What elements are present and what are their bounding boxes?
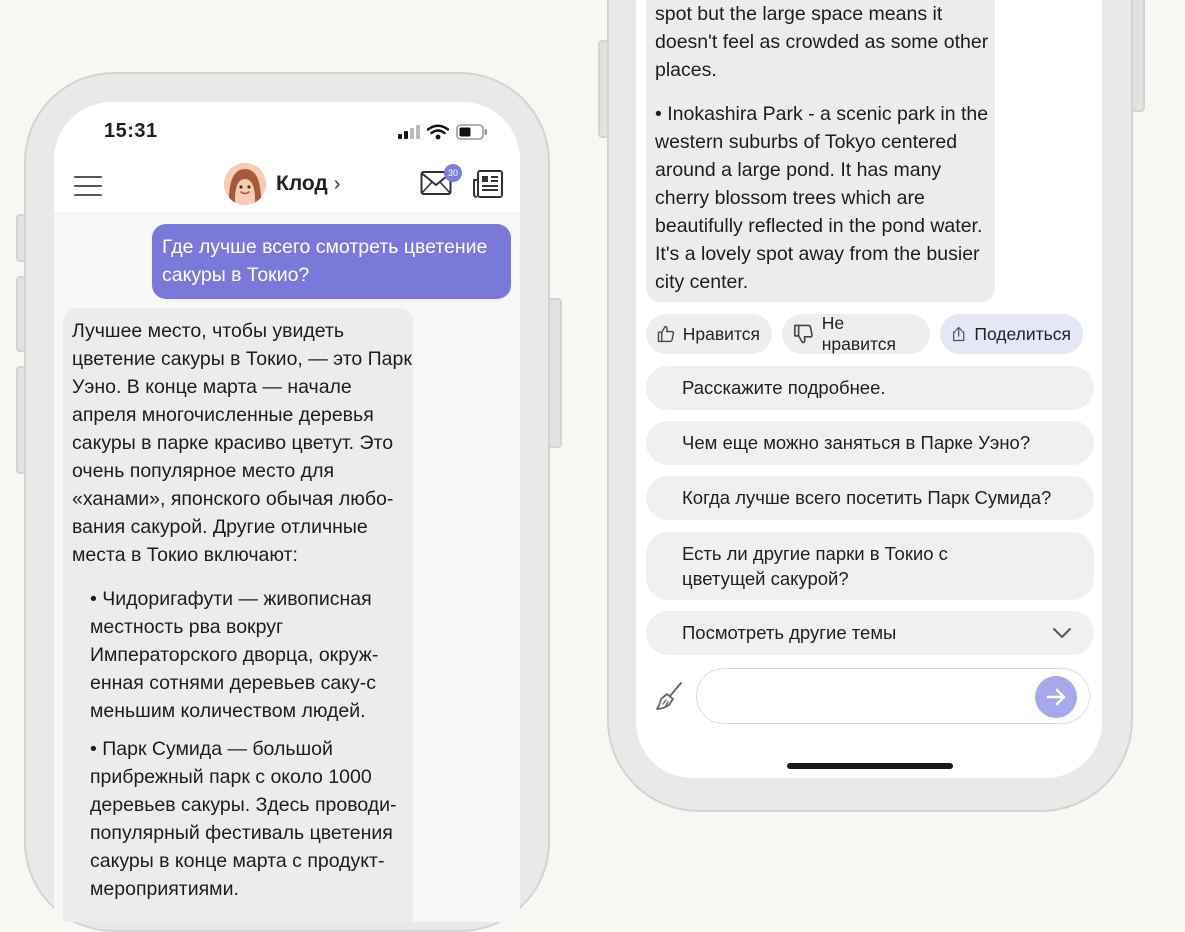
thumbs-up-icon bbox=[657, 325, 675, 343]
suggestion-label: Есть ли другие парки в Токио с цветущей … bbox=[682, 543, 948, 589]
share-icon bbox=[953, 326, 965, 342]
bot-message-bullet: • Чидоригафути — живописная местность рв… bbox=[90, 588, 379, 722]
user-message: Где лучше всего смотреть цветение сакуры… bbox=[152, 224, 511, 299]
message-input[interactable] bbox=[696, 668, 1090, 724]
send-button[interactable] bbox=[1035, 676, 1077, 718]
news-button[interactable] bbox=[472, 168, 504, 205]
mail-button[interactable]: 30 bbox=[420, 164, 462, 200]
status-icons bbox=[398, 124, 488, 140]
suggestion-label: Когда лучше всего посетить Парк Сумида? bbox=[682, 487, 1052, 508]
suggestion-chip[interactable]: Есть ли другие парки в Токио с цветущей … bbox=[646, 532, 1094, 600]
share-button[interactable]: Поделиться bbox=[940, 314, 1083, 354]
status-time: 15:31 bbox=[104, 120, 158, 142]
suggestion-label: Расскажите подробнее. bbox=[682, 377, 886, 398]
clear-chat-button[interactable] bbox=[654, 680, 686, 717]
app-header: Клод › 30 bbox=[54, 158, 520, 212]
suggestion-chip[interactable]: Чем еще можно заняться в Парке Уэно? bbox=[646, 421, 1094, 465]
chat-area[interactable]: Где лучше всего смотреть цветение сакуры… bbox=[54, 212, 520, 922]
bot-message-intro: Лучшее место, чтобы увидеть цветение сак… bbox=[72, 320, 412, 566]
send-arrow-icon bbox=[1046, 688, 1066, 706]
reaction-bar: Нравится Не нравится Поделиться bbox=[646, 313, 1083, 354]
status-bar: 15:31 bbox=[54, 102, 520, 158]
dislike-label: Не нравится bbox=[821, 313, 897, 354]
suggestion-chip[interactable]: Расскажите подробнее. bbox=[646, 366, 1094, 410]
dislike-button[interactable]: Не нравится bbox=[782, 313, 930, 354]
avatar bbox=[224, 163, 266, 205]
left-phone-power-button bbox=[548, 298, 562, 448]
bot-name: Клод bbox=[276, 172, 328, 195]
suggestion-label: Чем еще можно заняться в Парке Уэно? bbox=[682, 432, 1031, 453]
like-button[interactable]: Нравится bbox=[646, 314, 772, 354]
right-phone-power-button bbox=[1131, 0, 1145, 112]
chevron-right-icon: › bbox=[333, 172, 341, 195]
thumbs-down-icon bbox=[794, 324, 813, 344]
wifi-icon bbox=[427, 124, 449, 140]
home-indicator[interactable] bbox=[787, 763, 953, 769]
more-topics-button[interactable]: Посмотреть другие темы bbox=[646, 611, 1094, 655]
bot-message-continued: spot but the large space means it doesn'… bbox=[646, 0, 995, 302]
bot-message-text: spot but the large space means it doesn'… bbox=[655, 3, 989, 81]
chevron-down-icon bbox=[1053, 628, 1071, 638]
bot-message-bullet: • Inokashira Park - a scenic park in the… bbox=[655, 103, 989, 293]
like-label: Нравится bbox=[682, 323, 760, 344]
broom-icon bbox=[656, 682, 682, 710]
cellular-signal-icon bbox=[398, 125, 420, 139]
bot-profile-link[interactable]: Клод › bbox=[224, 163, 340, 205]
left-phone-screen: 15:31 Клод › 30 Где лучше всего смотреть… bbox=[54, 102, 520, 922]
composer bbox=[636, 666, 1102, 726]
bot-message: Лучшее место, чтобы увидеть цветение сак… bbox=[63, 308, 413, 922]
mail-badge: 30 bbox=[444, 164, 462, 182]
news-icon bbox=[473, 170, 503, 198]
right-phone-screen: spot but the large space means it doesn'… bbox=[636, 0, 1102, 778]
more-topics-label: Посмотреть другие темы bbox=[682, 622, 897, 643]
share-label: Поделиться bbox=[974, 323, 1071, 344]
suggestion-chip[interactable]: Когда лучше всего посетить Парк Сумида? bbox=[646, 476, 1094, 520]
menu-icon[interactable] bbox=[74, 176, 102, 196]
battery-icon bbox=[456, 124, 487, 140]
bot-message-bullet: • Парк Сумида — большой прибрежный парк … bbox=[90, 738, 397, 900]
